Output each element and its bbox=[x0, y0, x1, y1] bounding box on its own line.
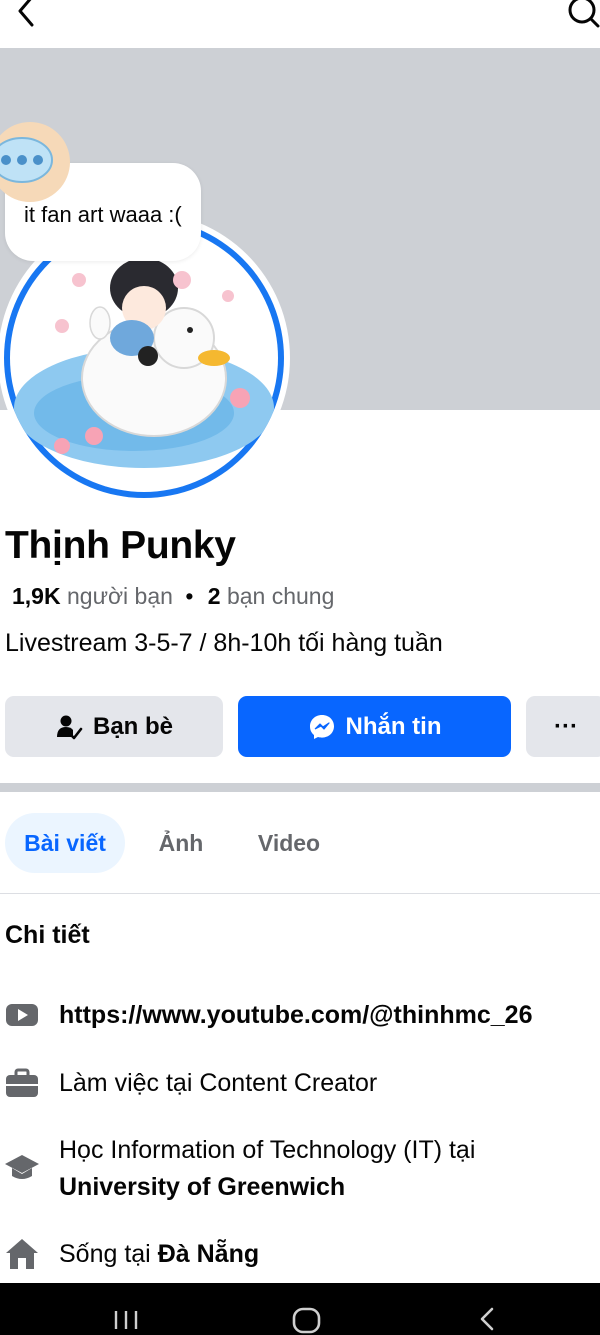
more-icon: ··· bbox=[554, 712, 578, 740]
friends-label: người bạn bbox=[66, 583, 173, 609]
study-school[interactable]: University of Greenwich bbox=[59, 1173, 345, 1201]
profile-bio: Livestream 3-5-7 / 8h-10h tối hàng tuần bbox=[5, 629, 443, 657]
study-info-prefix: Học Information of Technology (IT) tại bbox=[59, 1136, 476, 1164]
chat-bubble-icon bbox=[0, 110, 78, 214]
lives-city[interactable]: Đà Nẵng bbox=[158, 1240, 259, 1268]
separator-dot: • bbox=[185, 583, 194, 609]
search-icon bbox=[568, 0, 600, 28]
lives-info-prefix: Sống tại bbox=[59, 1240, 151, 1268]
tab-video[interactable]: Video bbox=[240, 813, 338, 873]
youtube-link[interactable]: https://www.youtube.com/@thinhmc_26 bbox=[59, 997, 533, 1034]
top-bar bbox=[0, 0, 600, 46]
tab-posts[interactable]: Bài viết bbox=[5, 813, 125, 873]
search-button[interactable] bbox=[562, 0, 600, 34]
mutual-friends-label: bạn chung bbox=[226, 583, 335, 609]
youtube-link-text: https://www.youtube.com/@thinhmc_26 bbox=[59, 1001, 533, 1029]
friends-summary[interactable]: 1,9K người bạn • 2 bạn chung bbox=[12, 583, 334, 610]
message-button-label: Nhắn tin bbox=[345, 712, 442, 740]
tab-photos[interactable]: Ảnh bbox=[140, 813, 222, 873]
friends-button-label: Bạn bè bbox=[92, 712, 173, 740]
friends-button[interactable]: Bạn bè bbox=[5, 696, 223, 757]
friends-count: 1,9K bbox=[12, 583, 61, 609]
youtube-icon bbox=[6, 1004, 38, 1026]
briefcase-icon bbox=[6, 1068, 38, 1097]
work-info: Làm việc tại Content Creator bbox=[59, 1069, 378, 1097]
recent-apps-icon[interactable] bbox=[106, 1283, 146, 1335]
system-back-icon[interactable] bbox=[470, 1283, 506, 1335]
home-button-icon[interactable] bbox=[285, 1283, 329, 1335]
section-divider bbox=[0, 783, 600, 792]
study-info: Học Information of Technology (IT) tại U… bbox=[59, 1132, 475, 1206]
back-button[interactable] bbox=[6, 0, 40, 34]
message-button[interactable]: Nhắn tin bbox=[238, 696, 511, 757]
messenger-icon bbox=[309, 714, 334, 739]
person-check-icon bbox=[56, 715, 83, 739]
details-title: Chi tiết bbox=[5, 921, 90, 949]
profile-name: Thịnh Punky bbox=[5, 524, 236, 567]
home-icon bbox=[6, 1239, 38, 1269]
back-arrow-icon bbox=[18, 0, 34, 27]
graduation-cap-icon bbox=[5, 1155, 39, 1179]
mutual-friends-count: 2 bbox=[207, 583, 221, 609]
tabs-divider bbox=[0, 893, 600, 894]
lives-info: Sống tại Đà Nẵng bbox=[59, 1236, 259, 1273]
more-options-button[interactable]: ··· bbox=[526, 696, 600, 757]
